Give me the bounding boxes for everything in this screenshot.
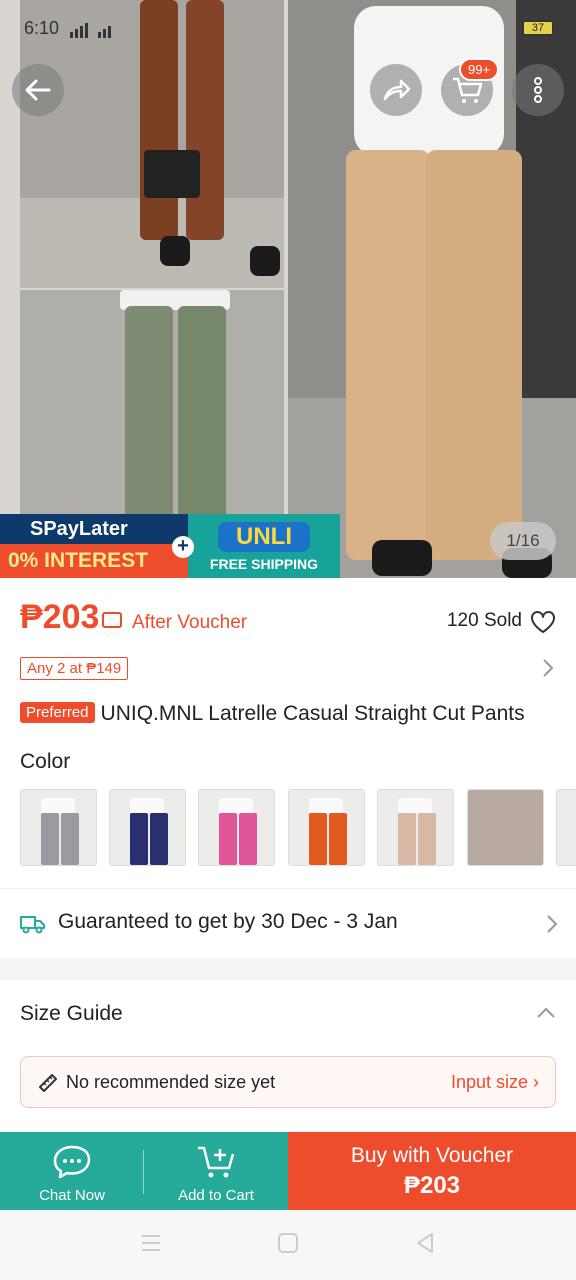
chevron-right-icon: › xyxy=(533,1072,539,1092)
heart-icon xyxy=(531,611,555,633)
size-message: No recommended size yet xyxy=(66,1072,276,1092)
add-to-cart-button[interactable]: Add to Cart xyxy=(144,1132,288,1210)
promo-banner[interactable]: SPayLater 0% INTEREST UNLI FREE SHIPPING… xyxy=(0,514,340,578)
system-navigation-bar xyxy=(0,1210,576,1280)
product-page: 6:10 37 99+ SPayLater 0% INTEREST UNLI F… xyxy=(0,0,576,1280)
color-swatches xyxy=(20,789,576,867)
color-label: Color xyxy=(20,750,71,773)
color-swatch[interactable] xyxy=(198,789,275,866)
secondary-actions: Chat Now Add to Cart xyxy=(0,1132,288,1210)
signal-icon xyxy=(70,22,130,41)
price: ₱203 xyxy=(20,598,100,636)
share-button[interactable] xyxy=(370,64,422,116)
battery-icon: 37 xyxy=(522,20,554,36)
size-recommendation-box[interactable]: No recommended size yet Input size › xyxy=(20,1056,556,1108)
color-swatch[interactable] xyxy=(377,789,454,866)
delivery-row[interactable]: Guaranteed to get by 30 Dec - 3 Jan xyxy=(20,908,560,940)
spaylater-label: SPayLater xyxy=(0,514,188,544)
arrow-left-icon xyxy=(25,79,51,101)
more-vertical-icon xyxy=(534,77,542,103)
bottom-action-bar: Chat Now Add to Cart Buy with Voucher ₱2… xyxy=(0,1132,576,1210)
cart-count-badge: 99+ xyxy=(459,58,500,81)
status-time: 6:10 xyxy=(24,18,60,38)
color-swatch[interactable] xyxy=(467,789,544,866)
like-button[interactable] xyxy=(530,610,556,639)
free-shipping-label: FREE SHIPPING xyxy=(209,556,319,572)
chat-now-label: Chat Now xyxy=(39,1187,105,1204)
back-nav-icon[interactable] xyxy=(414,1232,436,1259)
color-swatch[interactable] xyxy=(556,789,576,866)
color-swatch[interactable] xyxy=(288,789,365,866)
divider xyxy=(0,888,576,889)
voucher-icon xyxy=(102,612,122,628)
after-voucher-label: After Voucher xyxy=(132,612,248,633)
interest-label: 0% INTEREST xyxy=(0,544,190,578)
status-bar: 6:10 37 xyxy=(0,0,576,56)
buy-price: ₱203 xyxy=(403,1172,461,1199)
delivery-text: Guaranteed to get by 30 Dec - 3 Jan xyxy=(58,910,398,933)
free-shipping-badge: UNLI FREE SHIPPING xyxy=(188,514,340,578)
color-swatch[interactable] xyxy=(20,789,97,866)
color-swatch[interactable] xyxy=(109,789,186,866)
buy-with-voucher-button[interactable]: Buy with Voucher ₱203 xyxy=(288,1132,576,1210)
preferred-badge: Preferred xyxy=(20,702,95,723)
unli-label: UNLI xyxy=(218,522,310,552)
chat-now-button[interactable]: Chat Now xyxy=(0,1132,144,1210)
share-icon xyxy=(383,79,411,101)
chat-icon xyxy=(52,1144,92,1185)
product-title: UNIQ.MNL Latrelle Casual Straight Cut Pa… xyxy=(100,702,525,725)
home-icon[interactable] xyxy=(277,1232,299,1259)
section-separator xyxy=(0,958,576,980)
chevron-right-icon[interactable] xyxy=(542,658,554,683)
back-button[interactable] xyxy=(12,64,64,116)
ruler-icon xyxy=(37,1072,59,1099)
add-cart-icon xyxy=(196,1144,236,1185)
plus-icon: + xyxy=(172,536,194,558)
bundle-deal-tag[interactable]: Any 2 at ₱149 xyxy=(20,657,129,680)
input-size-label: Input size xyxy=(450,1072,528,1092)
add-to-cart-label: Add to Cart xyxy=(178,1187,254,1204)
input-size-link[interactable]: Input size › xyxy=(451,1072,539,1093)
chevron-up-icon[interactable] xyxy=(536,1006,556,1024)
product-image-gallery[interactable]: 6:10 37 99+ SPayLater 0% INTEREST UNLI F… xyxy=(0,0,576,578)
chevron-right-icon xyxy=(546,914,558,939)
product-title-row: Preferred UNIQ.MNL Latrelle Casual Straig… xyxy=(20,702,560,726)
price-row: ₱203 After Voucher 120 Sold xyxy=(20,598,560,642)
menu-icon[interactable] xyxy=(140,1232,162,1259)
size-guide-label: Size Guide xyxy=(20,1002,123,1025)
more-options-button[interactable] xyxy=(512,64,564,116)
image-counter: 1/16 xyxy=(490,522,556,560)
cart-button[interactable]: 99+ xyxy=(441,58,500,116)
buy-label: Buy with Voucher xyxy=(350,1144,514,1167)
sold-count: 120 Sold xyxy=(446,610,522,631)
truck-icon xyxy=(20,914,46,939)
